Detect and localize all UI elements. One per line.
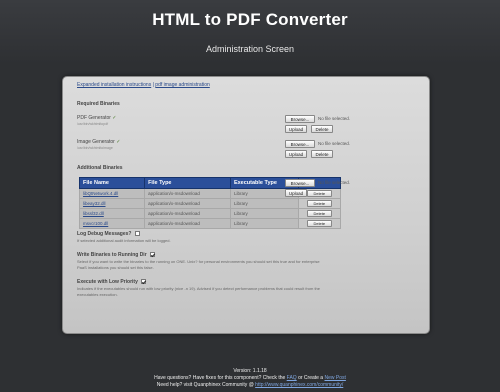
file-type-cell: application/x-msdownload [144,198,231,209]
image-generator-check-icon: ✓ [116,139,121,145]
pdf-generator-label: PDF Generator ✓ [77,115,117,121]
file-type-cell: application/x-msdownload [144,188,231,199]
delete-cell: Delete [297,198,342,209]
image-generator-path: /usr/bin/wkhtmltoimage [77,146,113,150]
footer-community-line: Need help? visit Quanphinex Community @ … [0,382,500,389]
image-no-file-text: No file selected. [318,141,351,146]
pdf-generator-name: PDF Generator [77,115,111,121]
debug-checkbox[interactable] [134,231,140,237]
additional-binaries-heading: Additional Binaries [77,165,123,171]
image-delete-button[interactable]: Delete [311,150,333,158]
faq-link[interactable]: FAQ [287,375,297,381]
executable-type-cell: Library [229,208,299,219]
write-binaries-description-line2: PaaS installations you should set this f… [77,265,154,270]
header-bar: HTML to PDF Converter Administration Scr… [0,0,500,64]
footer: Version: 1.1.18 Have questions? Have fix… [0,368,500,389]
file-name-link[interactable]: msvcr100.dll [78,218,146,229]
low-priority-checkbox[interactable] [141,279,147,285]
column-header-file-name: File Name [78,177,146,189]
app-title: HTML to PDF Converter [152,10,348,29]
low-priority-option: Execute with Low Priority [77,279,147,285]
write-binaries-label: Write Binaries to Running Dir [77,252,147,258]
file-name-link[interactable]: libeay32.dll [78,198,146,209]
footer-help-line: Have questions? Have fixes for this comp… [0,375,500,382]
delete-button[interactable]: Delete [306,210,333,217]
footer-help-mid: or Create a [296,375,325,381]
delete-button[interactable]: Delete [306,200,333,207]
delete-cell: Delete [297,208,342,219]
pdf-generator-path: /usr/bin/wkhtmltopdf [77,122,109,126]
pdf-delete-button[interactable]: Delete [311,125,333,133]
column-header-file-type: File Type [144,177,231,189]
admin-panel: Expanded installation instructions | pdf… [62,76,430,334]
image-administration-link[interactable]: pdf image administration [155,82,209,88]
footer-community-pre: Need help? visit Quanphinex Community @ [156,382,256,388]
image-generator-label: Image Generator ✓ [77,139,120,145]
executable-type-cell: Library [229,218,299,229]
file-type-cell: application/x-msdownload [144,208,231,219]
file-type-cell: application/x-msdownload [144,218,231,229]
table-row: libssl32.dll application/x-msdownload Li… [78,208,342,219]
library-browse-button[interactable]: Browse... [285,179,315,187]
image-browse-button[interactable]: Browse... [285,140,315,148]
low-priority-label: Execute with Low Priority [77,279,138,285]
debug-label: Log Debug Messages? [77,231,132,237]
library-no-file-text: No file selected. [318,180,351,185]
installation-instructions-link[interactable]: Expanded installation instructions [77,82,151,88]
version-text: Version: 1.1.18 [233,368,267,374]
pdf-generator-check-icon: ✓ [112,115,117,121]
footer-help-pre: Have questions? Have fixes for this comp… [154,375,287,381]
new-post-link[interactable]: New Post [324,375,345,381]
table-row: libeay32.dll application/x-msdownload Li… [78,198,342,209]
write-binaries-description: Select if you want to write the binaries… [77,259,417,271]
file-name-link[interactable]: libssl32.dll [78,208,146,219]
file-name-link[interactable]: libQtNetwork.4.dll [78,188,146,199]
page-subtitle: Administration Screen [205,44,295,54]
debug-description: If selected additional audit information… [77,238,171,243]
library-upload-button[interactable]: Upload [285,189,307,197]
image-generator-name: Image Generator [77,139,115,145]
image-upload-button[interactable]: Upload [285,150,307,158]
top-links: Expanded installation instructions | pdf… [77,82,210,88]
low-priority-description: Indicates if the executables should run … [77,286,417,298]
delete-button[interactable]: Delete [306,190,333,197]
executable-type-cell: Library [229,198,299,209]
community-link[interactable]: http://www.quanphinex.com/community/ [255,382,343,388]
write-binaries-option: Write Binaries to Running Dir [77,252,156,258]
low-priority-description-line2: executables execution. [77,292,118,297]
delete-cell: Delete [297,218,342,229]
table-row: msvcr100.dll application/x-msdownload Li… [78,218,342,229]
write-binaries-checkbox[interactable] [150,252,156,258]
delete-button[interactable]: Delete [306,220,333,227]
debug-option: Log Debug Messages? [77,231,140,237]
pdf-browse-button[interactable]: Browse... [285,115,315,123]
required-binaries-heading: Required Binaries [77,101,120,107]
pdf-no-file-text: No file selected. [318,116,351,121]
pdf-upload-button[interactable]: Upload [285,125,307,133]
